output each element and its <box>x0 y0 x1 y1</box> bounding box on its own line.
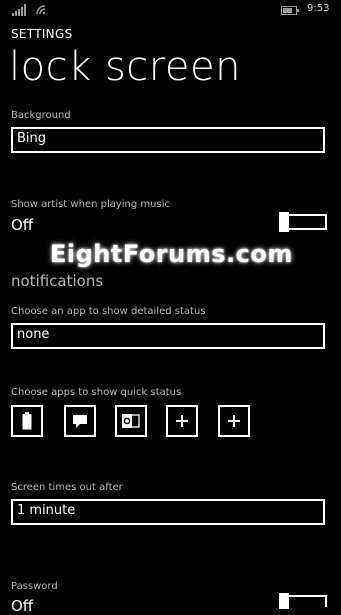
password-state: Off <box>11 597 34 615</box>
quick-status-label: Choose apps to show quick status <box>11 387 182 398</box>
quick-status-slot-add-2[interactable] <box>218 405 250 437</box>
notifications-heading: notifications <box>11 272 104 290</box>
plus-icon <box>228 415 240 427</box>
detailed-status-select[interactable]: none <box>11 323 325 349</box>
timeout-select[interactable]: 1 minute <box>11 499 325 525</box>
watermark: EightForums.com <box>50 240 293 268</box>
outlook-icon <box>122 414 140 428</box>
wifi-icon <box>36 5 46 15</box>
message-icon <box>73 414 87 428</box>
plus-icon <box>176 415 188 427</box>
password-label: Password <box>11 581 58 592</box>
show-artist-label: Show artist when playing music <box>11 199 170 210</box>
battery-icon <box>22 412 32 430</box>
clock: 9:53 <box>307 3 330 14</box>
show-artist-toggle[interactable] <box>279 212 327 232</box>
quick-status-slot-battery[interactable] <box>11 405 43 437</box>
show-artist-state: Off <box>11 216 34 234</box>
background-select[interactable]: Bing <box>11 127 325 153</box>
background-label: Background <box>11 110 71 121</box>
quick-status-slot-add-1[interactable] <box>166 405 198 437</box>
password-toggle[interactable] <box>279 593 327 609</box>
app-title: SETTINGS <box>11 27 73 41</box>
quick-status-slot-outlook[interactable] <box>115 405 147 437</box>
page-title: lock screen <box>9 44 241 90</box>
status-bar: 9:53 <box>0 0 341 20</box>
battery-status-icon <box>281 6 299 15</box>
timeout-label: Screen times out after <box>11 482 123 493</box>
signal-icon <box>12 4 26 16</box>
detailed-status-label: Choose an app to show detailed status <box>11 306 206 317</box>
quick-status-slot-messaging[interactable] <box>64 405 96 437</box>
